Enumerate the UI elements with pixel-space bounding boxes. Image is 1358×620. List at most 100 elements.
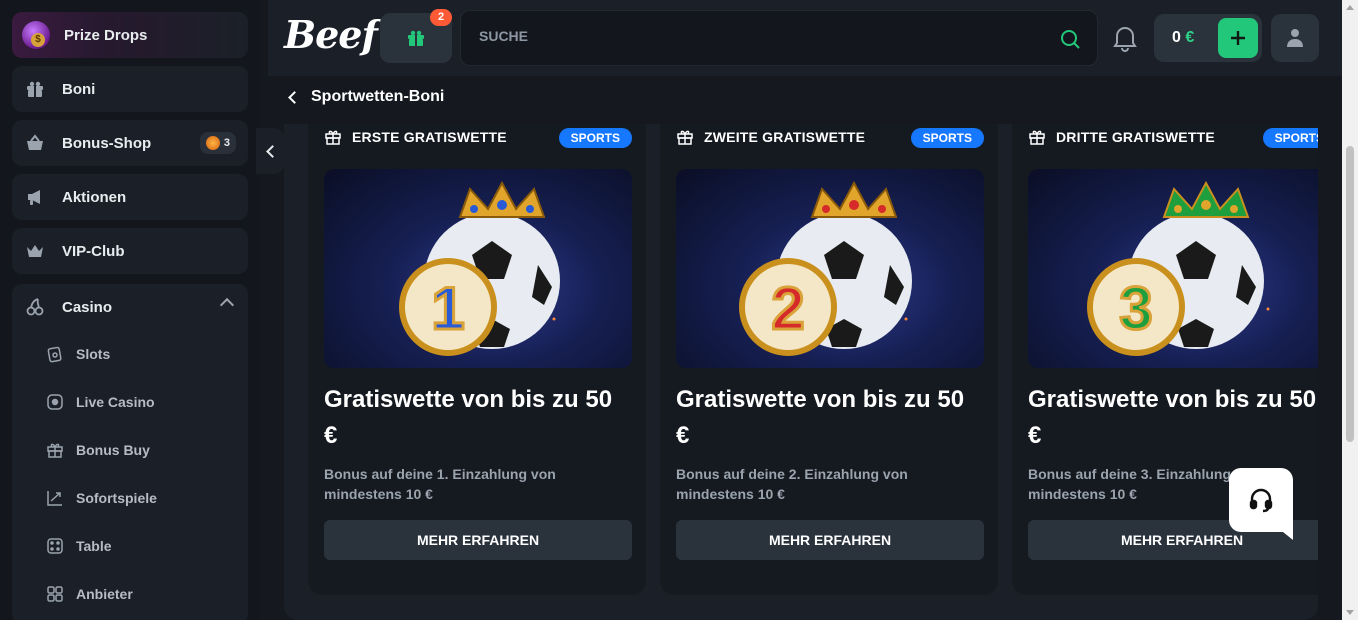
- card-heading: ZWEITE GRATISWETTE: [704, 129, 866, 145]
- card-number: 3: [1119, 275, 1152, 342]
- user-profile-button[interactable]: [1271, 14, 1319, 62]
- chevron-up-icon[interactable]: [219, 297, 235, 313]
- chevron-left-icon: [288, 90, 301, 104]
- coin-icon: [205, 136, 220, 150]
- sidebar-item-label: Boni: [62, 80, 96, 98]
- sidebar-item-sofortspiele[interactable]: Sofortspiele: [46, 486, 157, 510]
- sidebar-item-bonus-buy[interactable]: Bonus Buy: [46, 438, 150, 462]
- sidebar-item-label: Aktionen: [62, 188, 127, 206]
- search-icon[interactable]: [1059, 28, 1081, 50]
- card-promo-image: 3: [1028, 169, 1318, 368]
- plus-icon: [1231, 31, 1245, 45]
- balance-currency: €: [1185, 29, 1195, 46]
- mehr-erfahren-button[interactable]: MEHR ERFAHREN: [324, 520, 632, 560]
- megaphone-icon: [24, 186, 46, 208]
- card-header: ZWEITE GRATISWETTE: [676, 128, 865, 146]
- sports-tag: SPORTS: [1262, 128, 1318, 148]
- sidebar-item-live-casino[interactable]: Live Casino: [46, 390, 155, 414]
- balance-display: 0 €: [1172, 29, 1194, 47]
- card-title: Gratiswette von bis zu 50 €: [1028, 386, 1317, 449]
- card-number: 2: [771, 275, 804, 342]
- sidebar-item-table[interactable]: Table: [46, 534, 112, 558]
- bell-icon[interactable]: [1112, 24, 1138, 52]
- bonus-shop-coin-badge: 3: [199, 132, 236, 154]
- card-promo-image: 1: [324, 169, 632, 368]
- scroll-up-arrow-icon[interactable]: [1346, 5, 1354, 10]
- search-input[interactable]: [479, 28, 1039, 44]
- gift-icon: [1029, 130, 1045, 145]
- sidebar: Prize Drops Boni Bonus-Shop 3 Aktionen: [0, 0, 260, 620]
- sidebar-item-boni[interactable]: Boni: [12, 66, 248, 112]
- balance-amount: 0: [1172, 29, 1181, 46]
- card-title: Gratiswette von bis zu 50 €: [676, 386, 965, 449]
- scroll-down-arrow-icon[interactable]: [1346, 610, 1354, 615]
- card-header: ERSTE GRATISWETTE: [324, 128, 507, 146]
- sidebar-item-label: Slots: [76, 346, 111, 362]
- scrollbar-thumb[interactable]: [1346, 146, 1354, 442]
- sports-tag: SPORTS: [558, 128, 632, 148]
- sidebar-item-prize-drops[interactable]: Prize Drops: [12, 12, 248, 58]
- sports-tag: SPORTS: [910, 128, 984, 148]
- sidebar-collapse-button[interactable]: [256, 128, 284, 174]
- sidebar-item-label: Table: [76, 538, 112, 554]
- page-title: Sportwetten-Boni: [311, 88, 445, 105]
- grid-icon: [46, 585, 64, 603]
- gift-icon: [408, 30, 424, 46]
- gift-notification-badge: 2: [430, 9, 452, 26]
- football-crown-illustration: 1: [399, 180, 560, 356]
- sidebar-item-label: Live Casino: [76, 394, 155, 410]
- site-logo[interactable]: Beef: [284, 12, 378, 57]
- support-chat-button[interactable]: [1229, 468, 1293, 540]
- badge-count: 3: [223, 137, 230, 149]
- card-heading: DRITTE GRATISWETTE: [1056, 129, 1215, 145]
- live-record-icon: [46, 393, 64, 411]
- sidebar-item-label: Prize Drops: [64, 26, 148, 44]
- card-header: DRITTE GRATISWETTE: [1028, 128, 1215, 146]
- sidebar-item-label: Bonus Buy: [76, 442, 150, 458]
- sidebar-item-label: Sofortspiele: [76, 490, 157, 506]
- top-header: Beef 2 0 €: [268, 0, 1342, 76]
- sidebar-item-anbieter[interactable]: Anbieter: [46, 582, 133, 606]
- shop-basket-icon: [24, 132, 46, 154]
- card-promo-image: 2: [676, 169, 984, 368]
- user-icon: [1287, 29, 1303, 47]
- card-heading: ERSTE GRATISWETTE: [352, 129, 507, 145]
- page-scrollbar[interactable]: [1342, 0, 1358, 620]
- dice-icon: [46, 537, 64, 555]
- sidebar-item-label: Anbieter: [76, 586, 133, 602]
- bonus-card-2: ZWEITE GRATISWETTE SPORTS 2 Gratiswette …: [660, 124, 998, 595]
- card-title: Gratiswette von bis zu 50 €: [324, 386, 613, 449]
- prize-drops-icon: [22, 21, 50, 49]
- card-description: Bonus auf deine 2. Einzahlung von mindes…: [676, 466, 908, 502]
- wallet-balance[interactable]: 0 €: [1154, 14, 1262, 62]
- sidebar-item-slots[interactable]: Slots: [46, 342, 110, 366]
- back-navigation[interactable]: Sportwetten-Boni: [286, 88, 444, 106]
- app-root: Prize Drops Boni Bonus-Shop 3 Aktionen: [0, 0, 1358, 620]
- gift-icon: [24, 78, 46, 100]
- cherries-icon: [24, 296, 46, 318]
- football-crown-illustration: 3: [1087, 180, 1270, 356]
- headset-icon: [1249, 488, 1273, 513]
- card-description: Bonus auf deine 1. Einzahlung von mindes…: [324, 466, 556, 502]
- gift-icon: [46, 441, 64, 459]
- bonus-card-1: ERSTE GRATISWETTE SPORTS 1 Gratiswette v…: [308, 124, 646, 595]
- chevron-left-icon: [265, 144, 279, 158]
- chart-arrow-icon: [46, 489, 64, 507]
- crown-icon: [24, 240, 46, 262]
- sidebar-item-vip-club[interactable]: VIP-Club: [12, 228, 248, 274]
- sidebar-item-label: Bonus-Shop: [62, 134, 152, 152]
- slot-cards-icon: [46, 345, 64, 363]
- deposit-button[interactable]: [1218, 18, 1258, 58]
- bonus-cards-panel: ERSTE GRATISWETTE SPORTS 1 Gratiswette v…: [284, 124, 1318, 620]
- casino-label: Casino: [62, 298, 113, 316]
- sidebar-item-aktionen[interactable]: Aktionen: [12, 174, 248, 220]
- football-crown-illustration: 2: [739, 180, 912, 356]
- sidebar-item-bonus-shop[interactable]: Bonus-Shop 3: [12, 120, 248, 166]
- gift-icon: [325, 130, 341, 145]
- gift-icon: [677, 130, 693, 145]
- casino-toggle[interactable]: Casino: [24, 294, 112, 320]
- sidebar-item-label: VIP-Club: [62, 242, 125, 260]
- casino-group: Casino Slots Live Casino Bonus Buy Sofor…: [12, 284, 248, 620]
- card-number: 1: [431, 275, 464, 342]
- mehr-erfahren-button[interactable]: MEHR ERFAHREN: [676, 520, 984, 560]
